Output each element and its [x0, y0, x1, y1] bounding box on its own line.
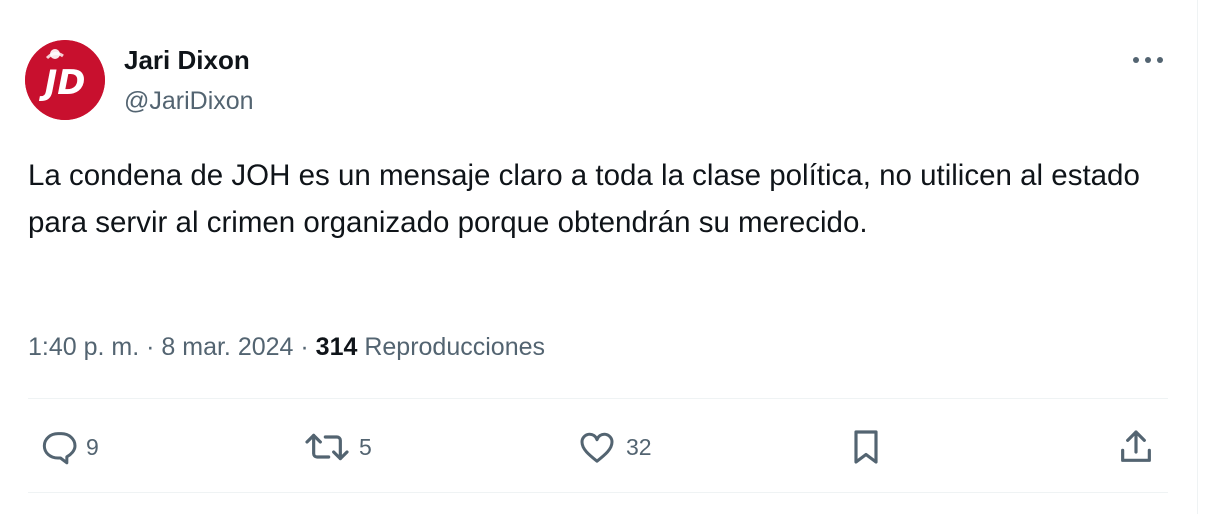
like-count: 32: [626, 434, 652, 460]
tweet-time[interactable]: 1:40 p. m.: [28, 333, 139, 361]
bookmark-button[interactable]: [848, 425, 884, 469]
reply-count: 9: [86, 434, 99, 460]
views-count: 314: [315, 333, 358, 361]
reply-button[interactable]: 9: [38, 425, 99, 469]
like-button[interactable]: 32: [576, 425, 652, 469]
author-handle[interactable]: @JariDixon: [124, 86, 254, 116]
meta-separator: ·: [300, 333, 309, 361]
jd-logo-icon: JD: [25, 40, 105, 120]
views-label: Reproducciones: [364, 333, 546, 361]
heart-icon: [580, 432, 614, 463]
meta-separator: ·: [146, 333, 155, 361]
bookmark-icon: [854, 430, 878, 464]
share-icon: [1121, 430, 1151, 462]
more-horizontal-icon: [1133, 57, 1163, 63]
tweet-meta: 1:40 p. m. · 8 mar. 2024 · 314 Reproducc…: [28, 331, 545, 363]
retweet-icon: [305, 433, 349, 461]
reply-icon: [42, 432, 77, 465]
retweet-count: 5: [359, 434, 372, 460]
avatar-logo-text: JD: [39, 63, 86, 103]
divider: [28, 492, 1168, 493]
retweet-button[interactable]: 5: [303, 425, 372, 469]
tweet-text: La condena de JOH es un mensaje claro a …: [28, 159, 1140, 239]
share-button[interactable]: [1116, 425, 1156, 469]
more-options-button[interactable]: [1128, 45, 1168, 75]
panel-border: [1197, 0, 1198, 514]
tweet-date[interactable]: 8 mar. 2024: [161, 333, 293, 361]
divider: [28, 398, 1168, 399]
author-display-name[interactable]: Jari Dixon: [124, 45, 250, 75]
avatar[interactable]: JD: [25, 40, 105, 120]
